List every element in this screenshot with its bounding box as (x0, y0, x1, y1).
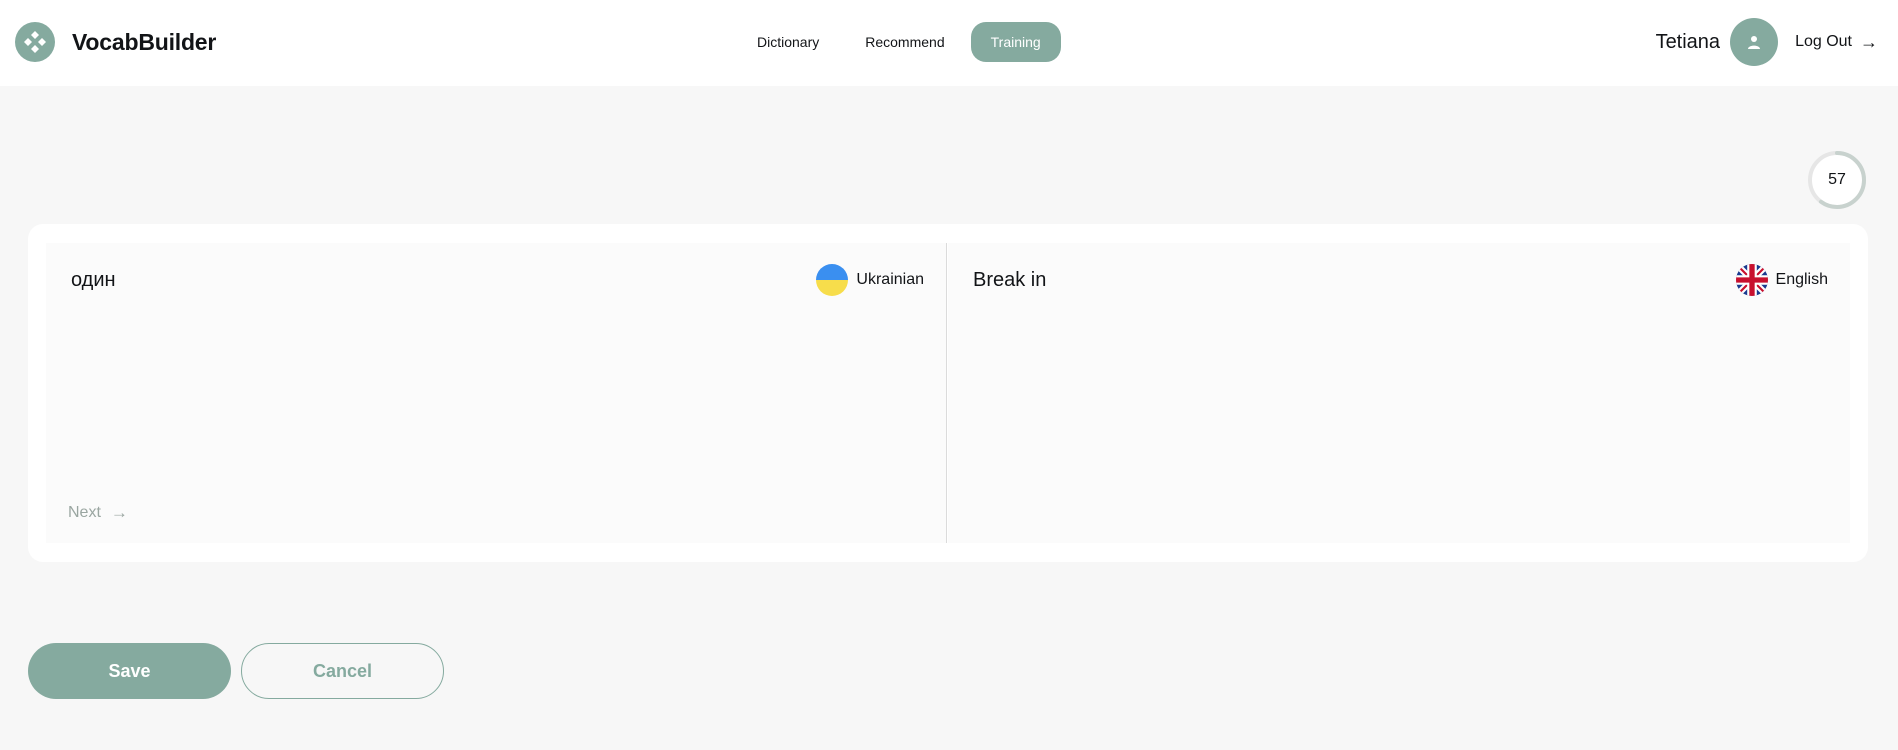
next-button[interactable]: Next → (68, 503, 128, 523)
source-pane: один Ukrainian Next → (46, 243, 947, 543)
training-card: один Ukrainian Next → Break in English (28, 224, 1868, 562)
source-word: один (71, 269, 116, 291)
next-label: Next (68, 504, 101, 521)
main-nav: Dictionary Recommend Training (737, 22, 1067, 62)
target-pane: Break in English (948, 243, 1850, 543)
arrow-right-icon: → (110, 503, 128, 522)
ukraine-flag-icon (816, 264, 849, 296)
logout-button[interactable]: Log Out → (1795, 32, 1878, 53)
uk-flag-icon (1735, 264, 1768, 296)
avatar[interactable] (1730, 18, 1779, 66)
target-language: English (1735, 264, 1828, 296)
cancel-button[interactable]: Cancel (241, 643, 444, 699)
progress-value: 57 (1828, 171, 1846, 188)
user-area: Tetiana Log Out → (1656, 18, 1878, 66)
target-word[interactable]: Break in (973, 269, 1046, 292)
header: VocabBuilder Dictionary Recommend Traini… (0, 0, 1898, 86)
app-name: VocabBuilder (72, 28, 217, 55)
save-button[interactable]: Save (28, 643, 231, 699)
progress-indicator: 57 (1807, 150, 1867, 210)
source-language-label: Ukrainian (856, 271, 924, 288)
user-name: Tetiana (1655, 30, 1721, 53)
user-icon (1748, 36, 1761, 49)
logo[interactable]: VocabBuilder (15, 22, 216, 62)
logo-icon (15, 22, 55, 62)
target-language-label: English (1775, 271, 1828, 288)
nav-dictionary[interactable]: Dictionary (737, 22, 839, 62)
arrow-right-icon: → (1860, 31, 1878, 52)
logout-label: Log Out (1795, 33, 1852, 50)
source-language: Ukrainian (816, 264, 924, 296)
nav-training[interactable]: Training (970, 22, 1061, 62)
nav-recommend[interactable]: Recommend (845, 22, 964, 62)
